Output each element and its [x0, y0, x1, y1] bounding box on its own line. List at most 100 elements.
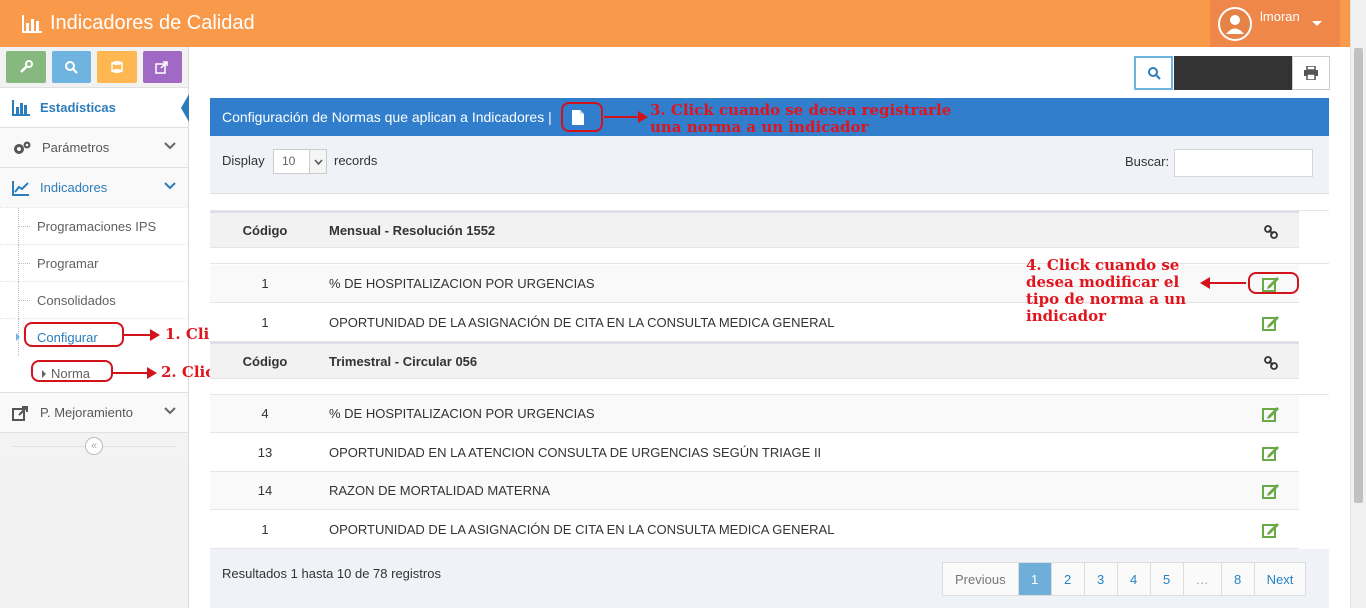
sidebar-item-indicadores[interactable]: Indicadores	[0, 167, 188, 207]
page-ellipsis: …	[1182, 563, 1221, 595]
gears-icon	[14, 141, 31, 154]
submenu-item-label: Programar	[37, 255, 99, 271]
shortcut-wrench-button[interactable]	[6, 51, 46, 83]
annotation-highlight-configurar	[24, 322, 124, 347]
submenu-item-programar[interactable]: Programar	[0, 244, 188, 282]
shortcut-database-button[interactable]	[97, 51, 137, 83]
table-row: 4 % DE HOSPITALIZACION POR URGENCIAS	[210, 395, 1299, 433]
bar-chart-icon	[22, 14, 42, 33]
link-icon[interactable]	[1258, 222, 1284, 242]
chevron-down-icon	[164, 407, 176, 415]
page-8-button[interactable]: 8	[1220, 563, 1254, 595]
code-column-header: Código	[242, 353, 288, 369]
row-indicator-name: % DE HOSPITALIZACION POR URGENCIAS	[329, 276, 595, 291]
share-icon	[12, 405, 28, 421]
annotation-4: 4. Click cuando se desea modificar el ti…	[1026, 257, 1186, 325]
scrollbar-thumb[interactable]	[1354, 48, 1363, 503]
search-input[interactable]	[1174, 149, 1313, 177]
edit-button[interactable]	[1258, 313, 1284, 333]
sidebar-item-label: Estadísticas	[40, 100, 116, 115]
page-scrollbar[interactable]	[1350, 0, 1366, 608]
submenu-item-programaciones-ips[interactable]: Programaciones IPS	[0, 207, 188, 245]
search-icon	[65, 61, 78, 74]
edit-icon	[1262, 523, 1279, 538]
row-code: 1	[261, 522, 269, 537]
annotation-arrow-2	[113, 367, 157, 379]
row-code: 1	[261, 315, 269, 330]
database-icon	[111, 61, 123, 73]
row-code: 14	[257, 483, 273, 498]
user-menu[interactable]: lmoran	[1210, 0, 1340, 47]
annotation-highlight-new-norma	[561, 102, 603, 132]
results-summary: Resultados 1 hasta 10 de 78 registros	[222, 566, 441, 581]
wrench-icon	[19, 60, 33, 73]
edit-button[interactable]	[1258, 481, 1284, 501]
table-footer: Resultados 1 hasta 10 de 78 registros Pr…	[210, 549, 1329, 608]
code-column-header: Código	[242, 222, 288, 238]
line-chart-icon	[12, 180, 29, 196]
link-icon[interactable]	[1258, 353, 1284, 373]
page-3-button[interactable]: 3	[1083, 563, 1117, 595]
print-button[interactable]	[1292, 56, 1330, 90]
group-header-row: Código Mensual - Resolución 1552	[210, 211, 1299, 248]
sidebar-item-label: P. Mejoramiento	[40, 405, 133, 420]
row-indicator-name: OPORTUNIDAD DE LA ASIGNACIÓN DE CITA EN …	[329, 315, 835, 330]
sidebar-shortcuts	[0, 47, 188, 87]
annotation-arrow-1	[124, 329, 160, 341]
table-row: 1 OPORTUNIDAD DE LA ASIGNACIÓN DE CITA E…	[210, 511, 1299, 549]
caret-down-icon	[1311, 21, 1322, 26]
page-1-button[interactable]: 1	[1017, 563, 1051, 595]
app-title: Indicadores de Calidad	[50, 12, 255, 34]
submenu-item-label: Programaciones IPS	[37, 218, 157, 234]
edit-button[interactable]	[1258, 520, 1284, 540]
next-page-button[interactable]: Next	[1253, 563, 1306, 595]
sidebar-item-estadisticas[interactable]: Estadísticas	[0, 87, 189, 127]
row-code: 1	[261, 276, 269, 291]
edit-button[interactable]	[1258, 404, 1284, 424]
edit-button[interactable]	[1258, 443, 1284, 463]
page-4-button[interactable]: 4	[1116, 563, 1150, 595]
sidebar-item-parametros[interactable]: Parámetros	[0, 127, 188, 167]
edit-icon	[1262, 484, 1279, 499]
avatar	[1218, 6, 1252, 41]
page-2-button[interactable]: 2	[1050, 563, 1084, 595]
records-label: records	[334, 153, 378, 168]
annotation-arrow-4	[1200, 277, 1246, 289]
search-icon	[1147, 67, 1161, 80]
row-indicator-name: % DE HOSPITALIZACION POR URGENCIAS	[329, 406, 595, 421]
chevron-down-icon	[164, 142, 176, 150]
annotation-highlight-norma	[31, 360, 113, 382]
annotation-4-line3: tipo de norma a un	[1026, 290, 1186, 308]
annotation-highlight-edit	[1248, 272, 1299, 294]
user-name: lmoran	[1260, 9, 1300, 24]
page-5-button[interactable]: 5	[1149, 563, 1183, 595]
redacted-toolbar-area	[1174, 56, 1292, 90]
page-size-select[interactable]: 10	[273, 149, 327, 174]
annotation-3: 3. Click cuando se desea registrarle una…	[650, 102, 951, 136]
collapse-sidebar-button[interactable]: «	[85, 436, 103, 455]
top-navbar: Indicadores de Calidad lmoran	[0, 0, 1366, 47]
annotation-arrow-3	[604, 111, 648, 123]
chevron-down-icon	[164, 182, 176, 190]
row-indicator-name: OPORTUNIDAD DE LA ASIGNACIÓN DE CITA EN …	[329, 522, 835, 537]
app-brand[interactable]: Indicadores de Calidad	[22, 12, 255, 35]
chevron-down-icon	[309, 150, 326, 173]
shortcut-share-button[interactable]	[142, 51, 182, 83]
sidebar-item-label: Parámetros	[42, 140, 110, 155]
row-code: 13	[257, 445, 273, 460]
edit-icon	[1262, 407, 1279, 422]
group-title: Trimestral - Circular 056	[329, 353, 478, 369]
submenu-item-consolidados[interactable]: Consolidados	[0, 281, 188, 319]
search-label: Buscar:	[1125, 154, 1170, 169]
shortcut-search-button[interactable]	[51, 51, 91, 83]
user-icon	[1226, 14, 1244, 34]
row-code: 4	[261, 406, 269, 421]
group-header-row: Código Trimestral - Circular 056	[210, 342, 1299, 379]
annotation-4-line2: desea modificar el	[1026, 273, 1180, 291]
previous-page-button[interactable]: Previous	[943, 563, 1018, 595]
sidebar-item-p-mejoramiento[interactable]: P. Mejoramiento	[0, 392, 188, 432]
annotation-3-line2: una norma a un indicador	[650, 118, 869, 136]
double-chevron-left-icon: «	[90, 439, 98, 452]
submenu-item-label: Consolidados	[37, 292, 116, 308]
search-button[interactable]	[1134, 56, 1173, 90]
